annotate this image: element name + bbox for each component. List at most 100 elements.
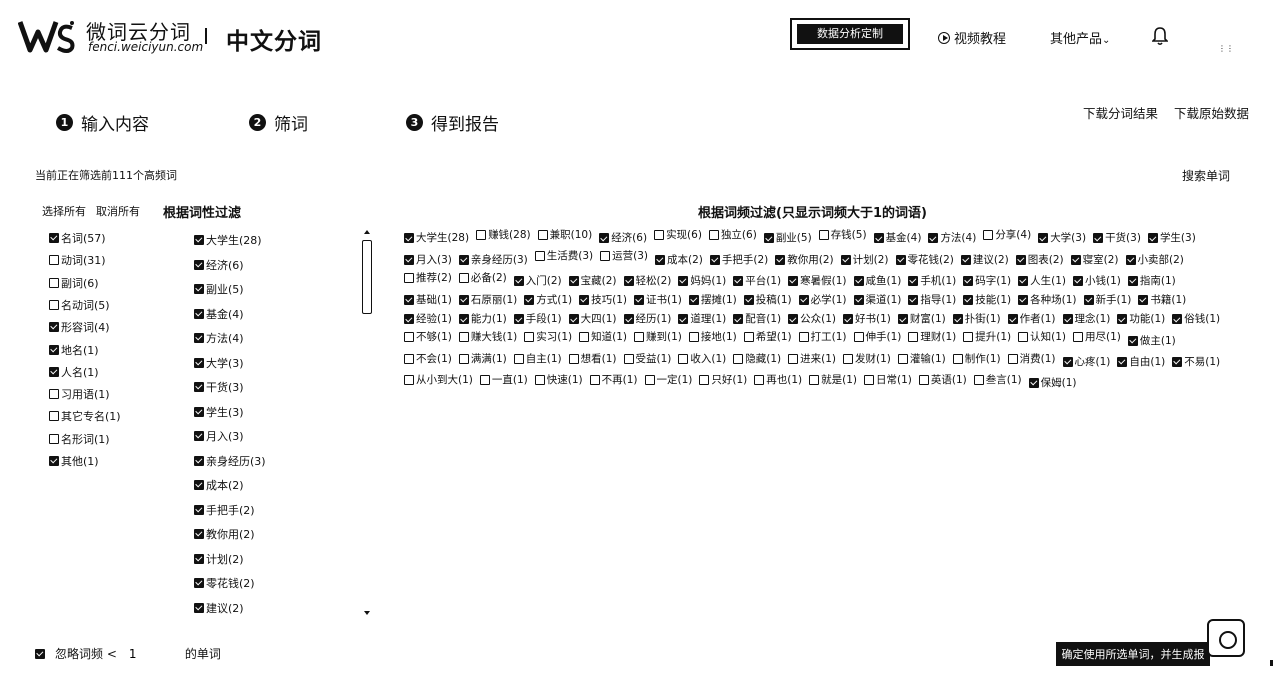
checkbox-checked-icon[interactable] (458, 314, 469, 325)
checkbox-checked-icon[interactable] (194, 308, 204, 319)
checkbox-checked-icon[interactable] (897, 314, 908, 325)
checkbox-unchecked-icon[interactable] (952, 353, 963, 364)
word-checkbox-item[interactable]: 零花钱(2) (895, 251, 954, 269)
selected-word-item[interactable]: 大学生(28) (194, 232, 262, 248)
checkbox-unchecked-icon[interactable] (458, 353, 469, 364)
pos-filter-item[interactable]: 名形词(1) (49, 431, 110, 447)
word-checkbox-item[interactable]: 想看(1) (568, 350, 617, 368)
word-checkbox-item[interactable]: 理财(1) (908, 328, 956, 346)
word-checkbox-item[interactable]: 叁言(1) (973, 371, 1022, 389)
word-checkbox-item[interactable]: 小卖部(2) (1125, 251, 1184, 269)
word-checkbox-item[interactable]: 教你用(2) (775, 251, 834, 269)
checkbox-checked-icon[interactable] (1172, 356, 1183, 367)
checkbox-checked-icon[interactable] (1018, 275, 1029, 286)
word-checkbox-item[interactable]: 消费(1) (1007, 350, 1056, 368)
word-checkbox-item[interactable]: 自主(1) (513, 350, 562, 368)
word-checkbox-item[interactable]: 投稿(1) (743, 291, 792, 309)
checkbox-unchecked-icon[interactable] (458, 272, 469, 283)
checkbox-checked-icon[interactable] (788, 314, 799, 325)
word-checkbox-item[interactable]: 分享(4) (983, 226, 1031, 244)
checkbox-unchecked-icon[interactable] (534, 374, 545, 385)
select-all-link[interactable]: 选择所有 (42, 203, 86, 219)
checkbox-unchecked-icon[interactable] (49, 433, 59, 444)
download-segmentation-link[interactable]: 下载分词结果 (1083, 103, 1158, 122)
scroll-down-arrow[interactable] (364, 611, 370, 615)
word-checkbox-item[interactable]: 赚到(1) (634, 328, 682, 346)
custom-analysis-button[interactable]: 数据分析定制 (790, 18, 910, 50)
checkbox-checked-icon[interactable] (963, 295, 974, 305)
word-checkbox-item[interactable]: 干货(3) (1093, 229, 1141, 247)
word-checkbox-item[interactable]: 不会(1) (404, 350, 452, 368)
word-checkbox-item[interactable]: 自由(1) (1117, 353, 1165, 371)
checkbox-checked-icon[interactable] (194, 431, 204, 441)
checkbox-checked-icon[interactable] (678, 275, 689, 286)
checkbox-checked-icon[interactable] (194, 382, 204, 392)
checkbox-checked-icon[interactable] (1070, 254, 1081, 265)
word-checkbox-item[interactable]: 从小到大(1) (404, 371, 473, 389)
checkbox-checked-icon[interactable] (194, 284, 204, 294)
checkbox-checked-icon[interactable] (843, 314, 853, 325)
word-checkbox-item[interactable]: 作者(1) (1007, 310, 1056, 328)
checkbox-checked-icon[interactable] (623, 314, 634, 325)
checkbox-checked-icon[interactable] (404, 233, 414, 244)
deselect-all-link[interactable]: 取消所有 (96, 203, 140, 219)
checkbox-checked-icon[interactable] (194, 529, 204, 539)
word-checkbox-item[interactable]: 功能(1) (1117, 310, 1165, 328)
other-products-menu[interactable]: 其他产品⌄ (1050, 28, 1110, 47)
word-checkbox-item[interactable]: 书籍(1) (1138, 291, 1186, 309)
word-checkbox-item[interactable]: 一直(1) (479, 371, 528, 389)
checkbox-checked-icon[interactable] (1018, 295, 1029, 305)
checkbox-checked-icon[interactable] (568, 314, 579, 325)
checkbox-unchecked-icon[interactable] (49, 411, 59, 422)
word-checkbox-item[interactable]: 满满(1) (458, 350, 507, 368)
checkbox-unchecked-icon[interactable] (476, 230, 487, 240)
word-checkbox-item[interactable]: 技能(1) (963, 291, 1011, 309)
checkbox-checked-icon[interactable] (1138, 295, 1149, 305)
checkbox-checked-icon[interactable] (1117, 356, 1128, 367)
pos-filter-item[interactable]: 地名(1) (49, 342, 99, 358)
word-checkbox-item[interactable]: 知道(1) (579, 328, 627, 346)
checkbox-unchecked-icon[interactable] (579, 332, 590, 343)
checkbox-checked-icon[interactable] (688, 295, 699, 305)
word-checkbox-item[interactable]: 妈妈(1) (678, 272, 726, 290)
word-checkbox-item[interactable]: 学生(3) (1147, 229, 1196, 247)
checkbox-unchecked-icon[interactable] (49, 277, 59, 288)
checkbox-unchecked-icon[interactable] (743, 332, 754, 343)
word-checkbox-item[interactable]: 打工(1) (798, 328, 847, 346)
checkbox-unchecked-icon[interactable] (908, 332, 919, 343)
checkbox-unchecked-icon[interactable] (537, 230, 548, 240)
ignore-checkbox[interactable] (35, 648, 45, 659)
word-checkbox-item[interactable]: 咸鱼(1) (853, 272, 901, 290)
checkbox-checked-icon[interactable] (709, 254, 720, 265)
word-checkbox-item[interactable]: 图表(2) (1015, 251, 1064, 269)
word-checkbox-item[interactable]: 经历(1) (623, 310, 671, 328)
checkbox-checked-icon[interactable] (404, 314, 414, 325)
checkbox-checked-icon[interactable] (853, 295, 864, 305)
checkbox-checked-icon[interactable] (1007, 314, 1018, 325)
word-checkbox-item[interactable]: 配音(1) (733, 310, 781, 328)
word-checkbox-item[interactable]: 理念(1) (1062, 310, 1110, 328)
pos-filter-item[interactable]: 名动词(5) (49, 297, 110, 313)
word-checkbox-item[interactable]: 不够(1) (404, 328, 452, 346)
checkbox-unchecked-icon[interactable] (513, 353, 524, 364)
word-checkbox-item[interactable]: 接地(1) (688, 328, 737, 346)
checkbox-unchecked-icon[interactable] (754, 374, 765, 385)
selected-word-item[interactable]: 建议(2) (194, 600, 244, 616)
checkbox-checked-icon[interactable] (1127, 335, 1138, 346)
checkbox-checked-icon[interactable] (49, 322, 59, 333)
word-checkbox-item[interactable]: 指南(1) (1127, 272, 1176, 290)
step-input-content[interactable]: 1 输入内容 (56, 110, 149, 135)
word-checkbox-item[interactable]: 运营(3) (600, 247, 648, 265)
word-checkbox-item[interactable]: 一定(1) (644, 371, 692, 389)
word-checkbox-item[interactable]: 提升(1) (963, 328, 1011, 346)
checkbox-checked-icon[interactable] (678, 314, 689, 325)
checkbox-checked-icon[interactable] (853, 275, 864, 286)
checkbox-checked-icon[interactable] (1147, 233, 1158, 244)
checkbox-checked-icon[interactable] (49, 366, 59, 377)
search-word-link[interactable]: 搜索单词 (1182, 167, 1230, 184)
checkbox-checked-icon[interactable] (194, 578, 204, 588)
checkbox-unchecked-icon[interactable] (1018, 332, 1029, 343)
checkbox-unchecked-icon[interactable] (589, 374, 600, 385)
word-checkbox-item[interactable]: 副业(5) (763, 229, 812, 247)
word-checkbox-item[interactable]: 石原丽(1) (458, 291, 517, 309)
